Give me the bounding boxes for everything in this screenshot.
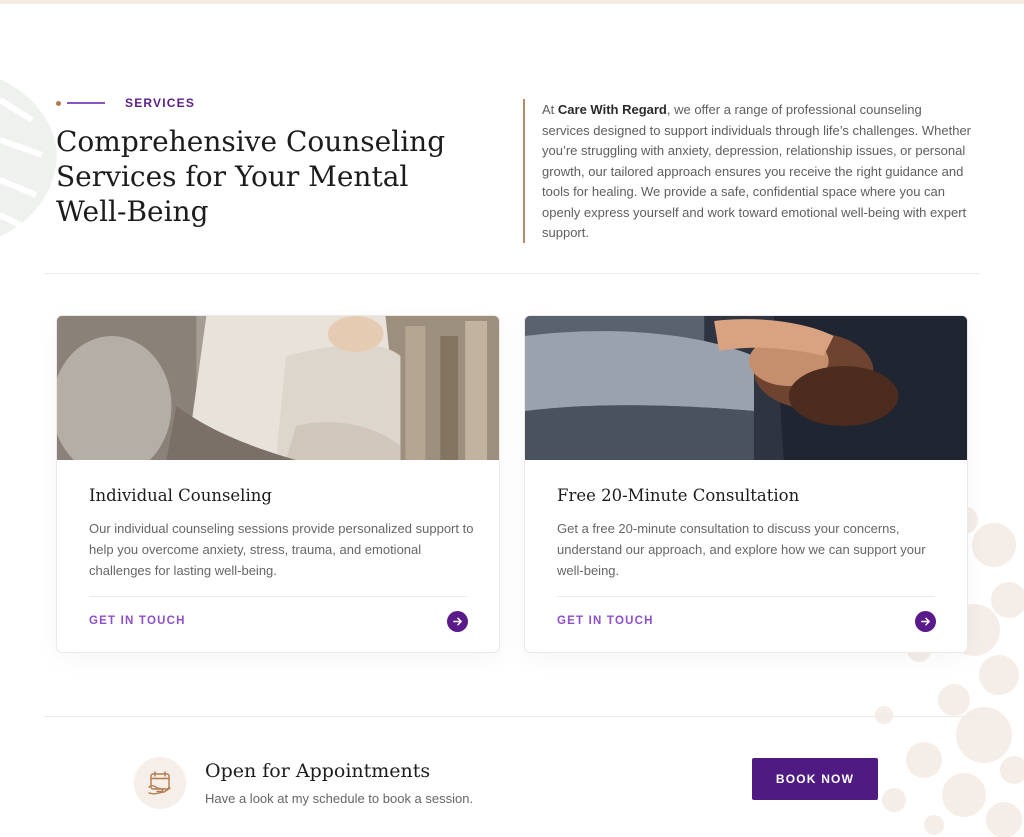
card-description: Get a free 20-minute consultation to dis… bbox=[557, 521, 926, 578]
monstera-leaf-decoration bbox=[0, 79, 57, 237]
intro-prefix: At bbox=[542, 102, 558, 117]
section-divider bbox=[44, 716, 980, 717]
section-divider bbox=[44, 273, 980, 274]
eyebrow-line bbox=[67, 102, 105, 104]
get-in-touch-link[interactable]: GET IN TOUCH bbox=[557, 615, 654, 627]
get-in-touch-link[interactable]: GET IN TOUCH bbox=[89, 615, 186, 627]
section-eyebrow: SERVICES bbox=[56, 96, 195, 110]
eyebrow-label: SERVICES bbox=[125, 96, 196, 110]
calendar-hand-icon bbox=[134, 757, 186, 809]
card-description: Our individual counseling sessions provi… bbox=[89, 521, 474, 578]
card-photo-consultation bbox=[525, 316, 967, 460]
card-title: Individual Counseling bbox=[89, 486, 272, 505]
arrow-right-icon[interactable] bbox=[915, 611, 936, 632]
appointment-title: Open for Appointments bbox=[205, 760, 431, 782]
eyebrow-dot bbox=[56, 100, 61, 106]
top-accent-strip bbox=[0, 0, 1024, 4]
card-divider bbox=[89, 596, 467, 597]
appointment-subtitle: Have a look at my schedule to book a ses… bbox=[205, 791, 474, 806]
intro-paragraph: At Care With Regard, we offer a range of… bbox=[542, 100, 972, 244]
card-title: Free 20-Minute Consultation bbox=[557, 486, 800, 505]
card-divider bbox=[557, 596, 935, 597]
section-headline: Comprehensive Counseling Services for Yo… bbox=[56, 125, 446, 228]
intro-brand: Care With Regard bbox=[557, 102, 667, 117]
service-card-free-consultation: Free 20-Minute Consultation Get a free 2… bbox=[524, 315, 968, 653]
card-photo-counseling bbox=[57, 316, 499, 460]
intro-text: , we offer a range of professional couns… bbox=[542, 102, 972, 240]
arrow-right-icon[interactable] bbox=[447, 611, 468, 632]
service-card-individual-counseling: Individual Counseling Our individual cou… bbox=[56, 315, 500, 653]
intro-accent-bar bbox=[523, 99, 525, 243]
book-now-button[interactable]: BOOK NOW bbox=[752, 758, 878, 800]
